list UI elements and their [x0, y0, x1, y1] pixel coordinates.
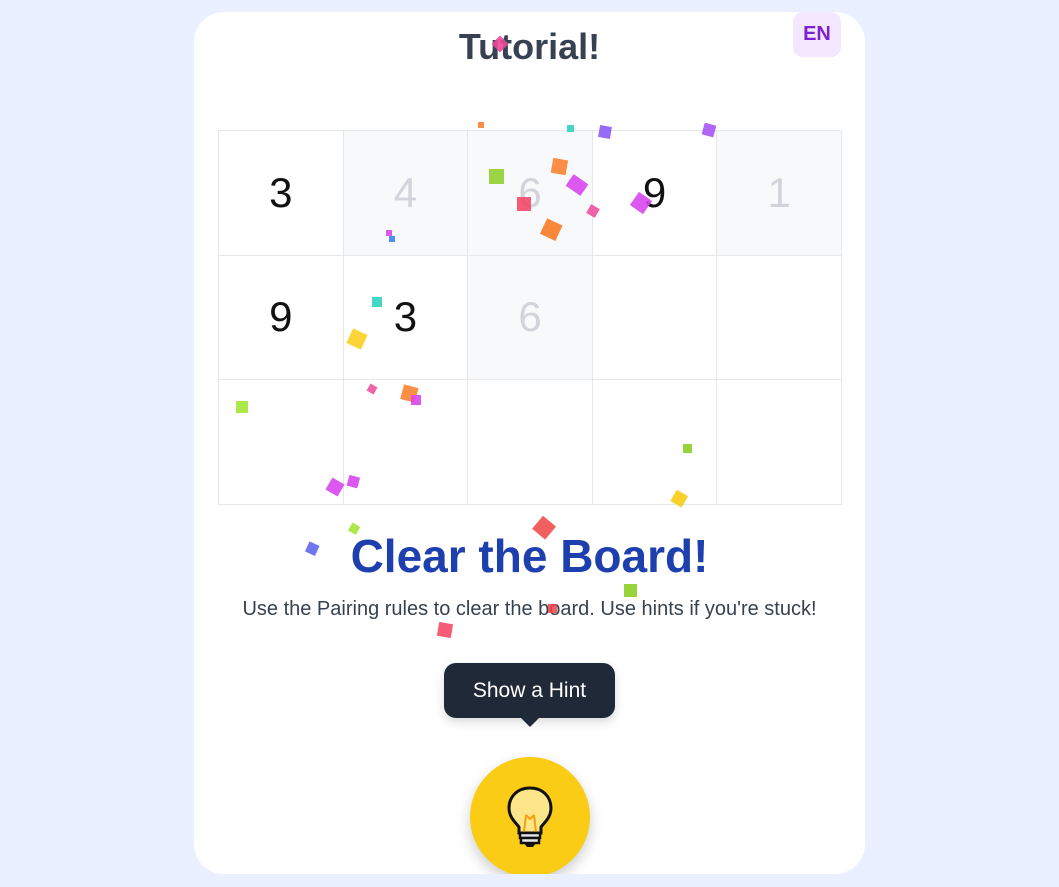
board-cell-r2c1[interactable]: 9	[219, 255, 344, 381]
language-button[interactable]: EN	[793, 12, 841, 57]
board-cell-r2c4[interactable]	[592, 255, 718, 381]
board-cell-r1c1[interactable]: 3	[219, 131, 344, 256]
hint-tooltip: Show a Hint	[444, 663, 615, 718]
board-cell-r1c3[interactable]: 6	[468, 131, 593, 256]
board-cell-r3c2[interactable]	[343, 380, 469, 505]
board-cell-r3c3[interactable]	[468, 380, 593, 505]
lightbulb-icon	[507, 786, 553, 847]
board-cell-r3c5[interactable]	[717, 380, 842, 505]
board-cell-r2c5[interactable]	[717, 255, 842, 381]
game-board: 3 4 6 9 1 9 3 6	[218, 130, 842, 505]
board-cell-r1c5[interactable]: 1	[717, 131, 842, 256]
hint-button[interactable]	[470, 757, 590, 874]
board-cell-r3c4[interactable]	[592, 380, 718, 505]
board-heading: Clear the Board!	[350, 530, 709, 582]
instructions-text: Use the Pairing rules to clear the board…	[242, 598, 817, 620]
board-cell-r1c4[interactable]: 9	[592, 131, 718, 256]
board-cell-r1c2[interactable]: 4	[343, 131, 469, 256]
board-cell-r2c3[interactable]: 6	[468, 255, 593, 381]
tutorial-card: Tutorial! EN 3 4 6 9 1 9 3 6 Clear the B…	[194, 12, 865, 874]
board-cell-r3c1[interactable]	[219, 380, 344, 505]
tooltip-arrow	[520, 717, 540, 727]
page-title: Tutorial!	[458, 26, 601, 67]
board-cell-r2c2[interactable]: 3	[343, 255, 469, 381]
